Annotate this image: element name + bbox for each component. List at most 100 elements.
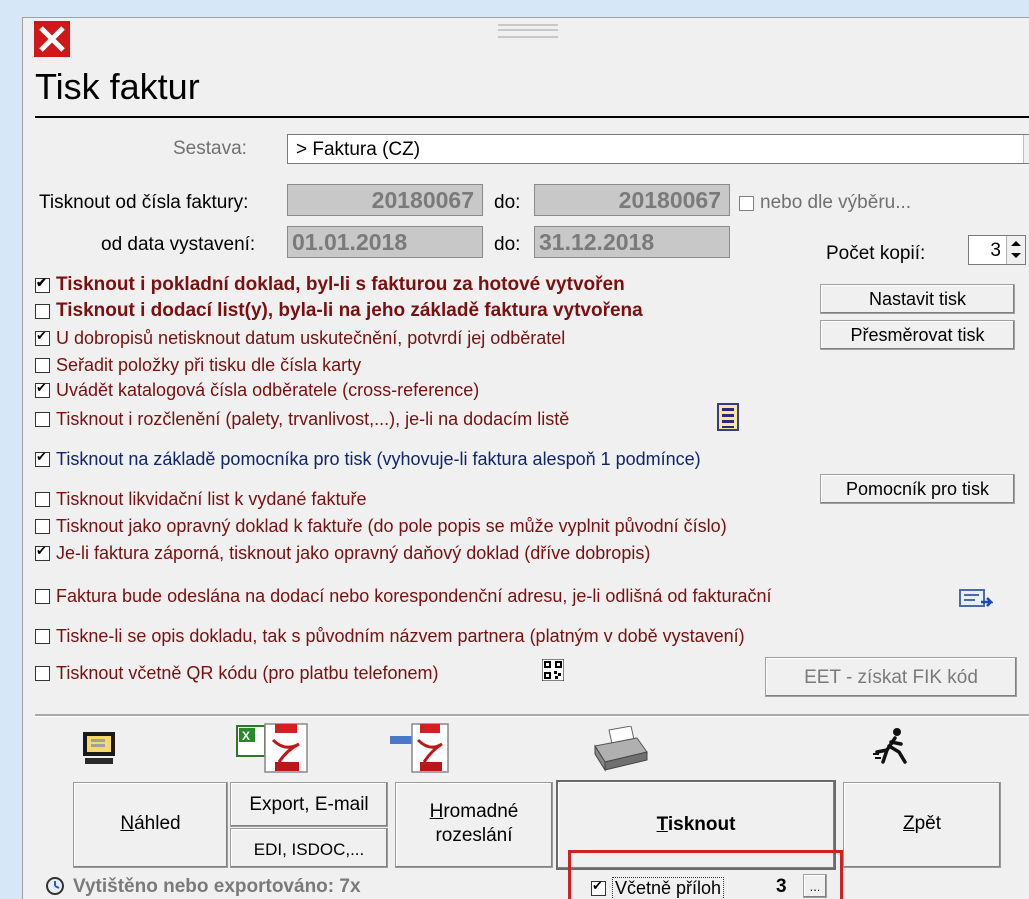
edi-isdoc-label: EDI, ISDOC,... (253, 840, 365, 859)
date-from-field[interactable]: 01.01.2018 (287, 226, 483, 258)
bulk-send-label-line2: rozeslání (435, 825, 513, 846)
option-checkbox[interactable] (35, 412, 50, 427)
date-to-value: 31.12.2018 (539, 229, 655, 255)
print-helper-button[interactable]: Pomocník pro tisk (820, 474, 1015, 504)
print-label: Tisknout (656, 814, 736, 835)
option-label: Uvádět katalogová čísla odběratele (cros… (56, 380, 480, 400)
option-label: Faktura bude odeslána na dodací nebo kor… (56, 586, 772, 606)
qr-code-icon (542, 659, 564, 681)
address-card-icon[interactable] (959, 588, 993, 610)
to-number-field[interactable]: 20180067 (534, 184, 730, 216)
option-checkbox[interactable] (35, 303, 50, 319)
option-checkbox[interactable] (35, 589, 50, 604)
to-number-label: do: (494, 192, 521, 213)
option-sort-items[interactable]: Seřadit položky při tisku dle čísla kart… (35, 355, 361, 376)
export-excel-pdf-icon: X (236, 723, 308, 773)
option-liquidation-sheet[interactable]: Tisknout likvidační list k vydané faktuř… (35, 489, 366, 510)
clock-icon (46, 877, 64, 895)
option-breakdown[interactable]: Tisknout i rozčlenění (palety, trvanlivo… (35, 409, 569, 430)
by-selection-label: nebo dle výběru... (760, 192, 912, 213)
option-label: Tisknout i pokladní doklad, byl-li s fak… (56, 274, 625, 295)
chevron-down-icon[interactable] (1023, 135, 1029, 163)
option-label: U dobropisů netisknout datum uskutečnění… (56, 328, 566, 348)
redirect-print-label: Přesměrovat tisk (850, 325, 985, 345)
svg-text:X: X (242, 729, 250, 743)
option-checkbox[interactable] (35, 492, 50, 507)
option-label: Tiskne-li se opis dokladu, tak s původní… (56, 626, 745, 646)
option-label: Tisknout na základě pomocníka pro tisk (… (56, 449, 701, 469)
date-to-label: do: (494, 234, 521, 255)
option-credit-note-date[interactable]: U dobropisů netisknout datum uskutečnění… (35, 328, 565, 349)
bulk-send-pdf-icon (390, 723, 449, 773)
option-label: Tisknout i dodací list(y), byla-li na je… (56, 300, 643, 321)
printer-icon (594, 726, 648, 772)
option-checkbox[interactable] (35, 449, 50, 467)
page-title: Tisk faktur (35, 66, 200, 107)
title-divider (35, 116, 1029, 118)
option-checkbox[interactable] (35, 543, 50, 561)
option-label: Tisknout jako opravný doklad k faktuře (… (56, 516, 727, 536)
option-original-partner-name[interactable]: Tiskne-li se opis dokladu, tak s původní… (35, 626, 745, 647)
option-checkbox[interactable] (35, 358, 50, 373)
report-select-value: > Faktura (CZ) (296, 139, 421, 160)
by-selection-box[interactable] (739, 195, 754, 211)
option-checkbox[interactable] (35, 519, 50, 534)
print-setup-label: Nastavit tisk (868, 289, 967, 309)
option-checkbox[interactable] (35, 629, 50, 644)
from-number-field[interactable]: 20180067 (287, 184, 483, 216)
report-label: Sestava: (173, 138, 247, 159)
eet-label: EET - získat FIK kód (804, 667, 978, 688)
copies-label: Počet kopií: (826, 243, 926, 264)
option-negative-invoice[interactable]: Je-li faktura záporná, tisknout jako opr… (35, 543, 650, 564)
option-print-helper[interactable]: Tisknout na základě pomocníka pro tisk (… (35, 449, 701, 470)
drag-handle[interactable] (498, 24, 558, 38)
option-checkbox[interactable] (35, 666, 50, 681)
option-catalog-numbers[interactable]: Uvádět katalogová čísla odběratele (cros… (35, 380, 479, 401)
preview-icon (83, 732, 115, 764)
print-setup-button[interactable]: Nastavit tisk (820, 284, 1015, 314)
running-man-icon (873, 728, 907, 764)
from-number-value: 20180067 (371, 187, 474, 213)
option-cash-receipt[interactable]: Tisknout i pokladní doklad, byl-li s fak… (35, 274, 625, 296)
to-number-value: 20180067 (618, 187, 721, 213)
preview-label: Náhled (120, 813, 181, 834)
preview-button[interactable]: Náhled (73, 782, 228, 868)
redirect-print-button[interactable]: Přesměrovat tisk (820, 320, 1015, 350)
export-email-button[interactable]: Export, E-mail (230, 782, 388, 827)
by-selection-checkbox[interactable]: nebo dle výběru... (739, 192, 911, 214)
edi-isdoc-button[interactable]: EDI, ISDOC,... (230, 828, 388, 868)
date-from-label: od data vystavení: (101, 234, 256, 255)
stepper-arrows-icon[interactable] (1006, 236, 1025, 264)
back-label: Zpět (902, 813, 942, 834)
bulk-send-button[interactable]: Hromadné rozeslání (395, 782, 553, 868)
option-qr-code[interactable]: Tisknout včetně QR kódu (pro platbu tele… (35, 663, 439, 684)
eet-button[interactable]: EET - získat FIK kód (765, 657, 1017, 697)
report-select[interactable]: > Faktura (CZ) (287, 134, 1029, 164)
from-number-label: Tisknout od čísla faktury: (39, 192, 249, 213)
option-delivery-note[interactable]: Tisknout i dodací list(y), byla-li na je… (35, 300, 643, 322)
back-button[interactable]: Zpět (843, 782, 1001, 868)
highlight-box (568, 850, 843, 899)
option-correction-document[interactable]: Tisknout jako opravný doklad k faktuře (… (35, 516, 727, 537)
section-divider (35, 714, 1029, 717)
print-helper-label: Pomocník pro tisk (845, 479, 990, 499)
option-checkbox[interactable] (35, 380, 50, 398)
option-checkbox[interactable] (35, 328, 50, 346)
option-label: Tisknout i rozčlenění (palety, trvanlivo… (56, 409, 570, 429)
print-invoices-window: Tisk faktur Sestava: > Faktura (CZ) Tisk… (22, 17, 1029, 899)
copies-value: 3 (990, 240, 1001, 261)
option-label: Tisknout likvidační list k vydané faktuř… (56, 489, 367, 509)
option-label: Je-li faktura záporná, tisknout jako opr… (56, 543, 651, 563)
date-to-field[interactable]: 31.12.2018 (534, 226, 730, 258)
copies-stepper[interactable]: 3 (968, 235, 1026, 265)
date-from-value: 01.01.2018 (292, 229, 408, 255)
option-checkbox[interactable] (35, 275, 50, 293)
export-email-label: Export, E-mail (249, 794, 369, 815)
option-label: Tisknout včetně QR kódu (pro platbu tele… (56, 663, 439, 683)
close-icon[interactable] (34, 21, 70, 57)
breakdown-settings-icon[interactable] (717, 403, 739, 431)
print-count-status: Vytištěno nebo exportováno: 7x (73, 876, 361, 897)
bulk-send-label: Hromadné (429, 801, 519, 822)
option-label: Seřadit položky při tisku dle čísla kart… (56, 355, 362, 375)
option-delivery-address[interactable]: Faktura bude odeslána na dodací nebo kor… (35, 586, 771, 607)
